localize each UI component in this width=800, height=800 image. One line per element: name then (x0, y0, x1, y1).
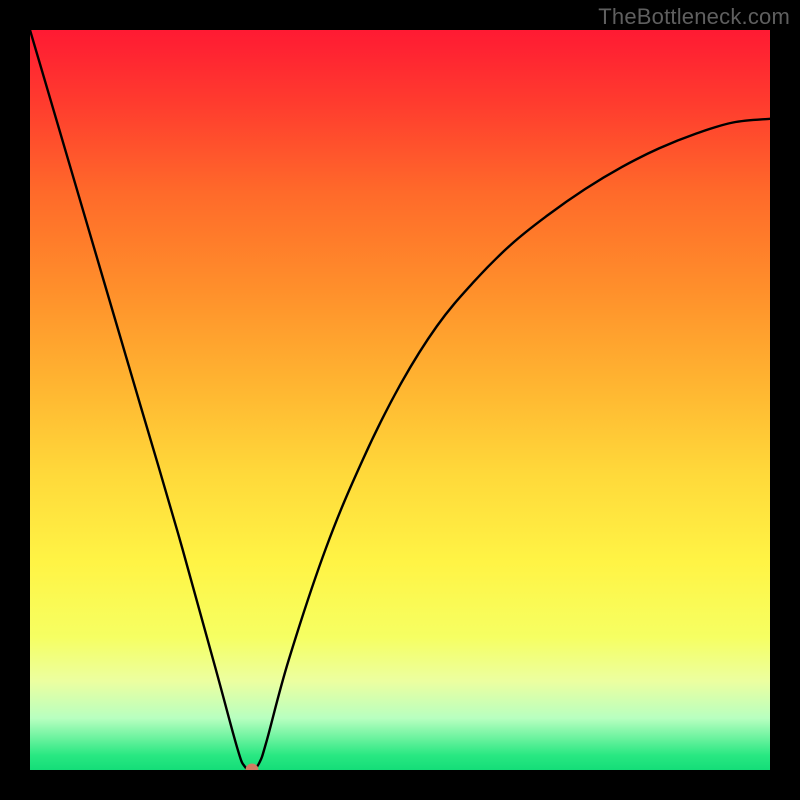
plot-area (30, 30, 770, 770)
chart-svg (30, 30, 770, 770)
gradient-background (30, 30, 770, 770)
watermark-text: TheBottleneck.com (598, 4, 790, 30)
chart-frame: TheBottleneck.com (0, 0, 800, 800)
